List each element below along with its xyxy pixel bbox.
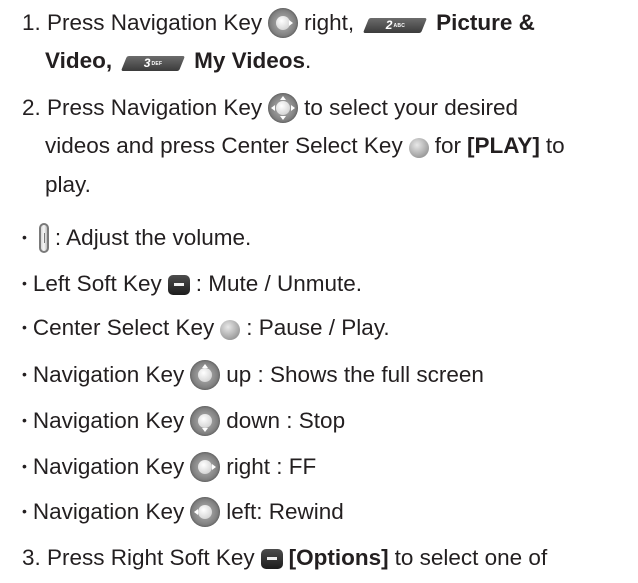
- navigation-key-right-icon: [190, 452, 221, 482]
- bullet-text: down : Stop: [226, 408, 346, 433]
- center-select-key-icon: [220, 319, 241, 340]
- bullet-nav-down: • Navigation Key down : Stop: [22, 406, 630, 436]
- bullet-dot: •: [22, 366, 27, 382]
- bullet-dot: •: [22, 229, 27, 245]
- bullet-dot: •: [22, 412, 27, 428]
- bullet-dot: •: [22, 503, 27, 519]
- step-3-prefix: 3. Press Right Soft Key: [22, 545, 255, 570]
- options-label: [Options]: [288, 545, 389, 570]
- step-1-direction: right,: [304, 10, 355, 35]
- right-soft-key-icon: [260, 549, 283, 569]
- bullet-nav-right: • Navigation Key right : FF: [22, 452, 630, 482]
- bullet-text: right : FF: [226, 454, 317, 479]
- navigation-key-down-icon: [190, 406, 221, 436]
- navigation-key-up-icon: [190, 360, 221, 390]
- bullet-text: : Mute / Unmute.: [195, 271, 363, 296]
- navigation-key-left-icon: [190, 497, 221, 527]
- menu-video: Video,: [45, 48, 113, 73]
- bullet-volume-text: : Adjust the volume.: [54, 225, 252, 250]
- navigation-key-right-icon: [268, 8, 299, 38]
- bullet-nav-up: • Navigation Key up : Shows the full scr…: [22, 360, 630, 390]
- bullet-text: left: Rewind: [226, 499, 344, 524]
- bullet-pre: Center Select Key: [32, 315, 215, 340]
- step-3-rest: to select one of: [394, 545, 548, 570]
- step-2-line-2: videos and press Center Select Key for […: [45, 133, 630, 159]
- bullet-dot: •: [22, 275, 27, 291]
- number-key-2-icon: 2ABC: [363, 17, 428, 33]
- bullet-left-soft: • Left Soft Key : Mute / Unmute.: [22, 271, 630, 297]
- bullet-dot: •: [22, 458, 27, 474]
- menu-my-videos: My Videos: [194, 48, 305, 73]
- center-select-key-icon: [408, 137, 429, 158]
- number-key-3-icon: 3DEF: [121, 55, 186, 71]
- step-1-line-2: Video, 3DEF My Videos.: [45, 48, 630, 74]
- step-2-prefix: 2. Press Navigation Key: [22, 95, 263, 120]
- bullet-center: • Center Select Key : Pause / Play.: [22, 315, 630, 341]
- bullet-dot: •: [22, 319, 27, 335]
- left-soft-key-icon: [167, 275, 190, 295]
- step-1-prefix: 1. Press Navigation Key: [22, 10, 263, 35]
- step-2-text-a: videos and press Center Select Key: [45, 133, 403, 158]
- volume-key-icon: [38, 223, 49, 253]
- step-2-text-d: play.: [45, 172, 91, 197]
- step-1-line-1: 1. Press Navigation Key right, 2ABC Pict…: [22, 8, 630, 38]
- bullet-pre: Navigation Key: [32, 454, 185, 479]
- bullet-nav-left: • Navigation Key left: Rewind: [22, 497, 630, 527]
- navigation-key-4way-icon: [268, 93, 299, 123]
- bullet-pre: Navigation Key: [32, 408, 185, 433]
- bullet-pre: Left Soft Key: [32, 271, 162, 296]
- step-2-text-c: to: [545, 133, 565, 158]
- step-2-line-1: 2. Press Navigation Key to select your d…: [22, 93, 630, 123]
- bullet-volume: • : Adjust the volume.: [22, 223, 630, 253]
- bullet-pre: Navigation Key: [32, 499, 185, 524]
- play-label: [PLAY]: [466, 133, 540, 158]
- step-2-mid: to select your desired: [304, 95, 518, 120]
- step-2-line-3: play.: [45, 172, 630, 198]
- step-2-text-b: for: [434, 133, 461, 158]
- period: .: [304, 48, 312, 73]
- bullet-text: up : Shows the full screen: [226, 362, 484, 387]
- menu-picture-video: Picture &: [436, 10, 535, 35]
- bullet-text: : Pause / Play.: [246, 315, 390, 340]
- bullet-pre: Navigation Key: [32, 362, 185, 387]
- step-3-line-1: 3. Press Right Soft Key [Options] to sel…: [22, 545, 630, 571]
